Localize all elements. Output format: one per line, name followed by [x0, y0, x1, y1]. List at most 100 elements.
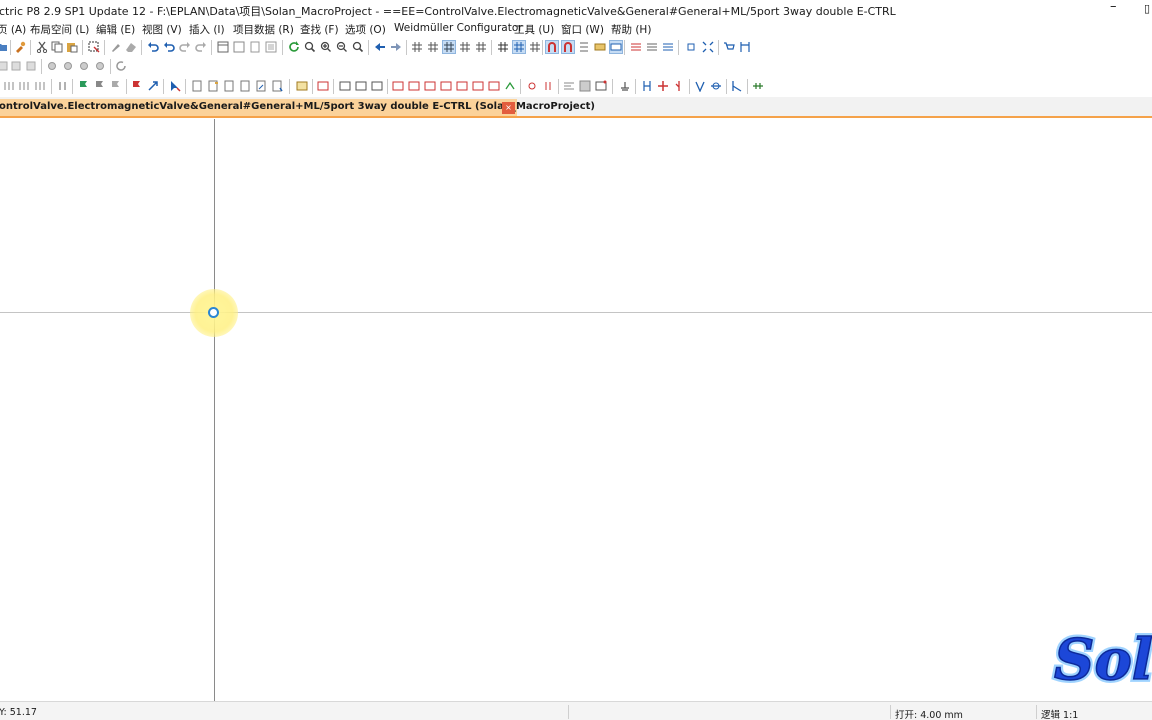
gear-b-icon[interactable] [62, 60, 74, 72]
terminal-f-icon[interactable] [472, 80, 484, 92]
frame-icon[interactable] [609, 40, 623, 54]
cut-icon[interactable] [36, 41, 48, 53]
terminal-c-icon[interactable] [424, 80, 436, 92]
cart-icon[interactable] [723, 41, 735, 53]
layer-b-icon[interactable] [10, 60, 22, 72]
page-d-icon[interactable] [239, 80, 251, 92]
hatch-icon[interactable] [579, 80, 591, 92]
tab-macro-page[interactable]: ontrolValve.ElectromagneticValve&General… [0, 99, 595, 116]
copy-icon[interactable] [51, 41, 63, 53]
status-logic-scale[interactable]: 逻辑 1:1 [1041, 707, 1078, 720]
plug-a-icon[interactable] [526, 80, 538, 92]
page-view-icon[interactable] [217, 41, 229, 53]
terminal-h-icon[interactable] [504, 80, 516, 92]
menu-edit[interactable]: 编辑 (E) [96, 22, 135, 37]
list-b-icon[interactable] [646, 41, 658, 53]
redo-list-icon[interactable] [195, 41, 207, 53]
grid-a-icon[interactable] [411, 41, 423, 53]
angle-b-icon[interactable] [710, 80, 722, 92]
status-snap-grid[interactable]: 打开: 4.00 mm [895, 707, 963, 720]
device-d-icon[interactable] [355, 80, 367, 92]
redo-icon[interactable] [179, 41, 191, 53]
device-a-icon[interactable] [296, 80, 308, 92]
paste-icon[interactable] [66, 41, 78, 53]
eraser-icon[interactable] [125, 41, 137, 53]
select-area-icon[interactable] [88, 41, 100, 53]
zoom-out-icon[interactable] [336, 41, 348, 53]
page-b-icon[interactable] [207, 80, 219, 92]
tab-close-button[interactable]: × [502, 102, 515, 114]
device-c-icon[interactable] [339, 80, 351, 92]
terminal-b-icon[interactable] [408, 80, 420, 92]
minimize-button[interactable]: – [1110, 0, 1117, 14]
branch-icon[interactable] [731, 80, 743, 92]
grid-c-icon[interactable] [442, 40, 456, 54]
symbol-b-icon[interactable] [18, 80, 30, 92]
page-c-icon[interactable] [223, 80, 235, 92]
menu-insert[interactable]: 插入 (I) [189, 22, 225, 37]
flag-b-icon[interactable] [94, 80, 106, 92]
refresh-icon[interactable] [288, 41, 300, 53]
terminal-e-icon[interactable] [456, 80, 468, 92]
grid-e-icon[interactable] [475, 41, 487, 53]
menu-page[interactable]: 页 (A) [0, 22, 26, 37]
measure-icon[interactable] [739, 41, 751, 53]
menu-view[interactable]: 视图 (V) [142, 22, 182, 37]
page-list-icon[interactable] [265, 41, 277, 53]
arrow-forward-icon[interactable] [390, 41, 402, 53]
line-style-icon[interactable] [578, 41, 590, 53]
open-icon[interactable] [0, 41, 8, 53]
ground-icon[interactable] [619, 80, 631, 92]
menu-project-data[interactable]: 项目数据 (R) [233, 22, 294, 37]
flag-c-icon[interactable] [110, 80, 122, 92]
marker-b-icon[interactable] [147, 80, 159, 92]
list-a-icon[interactable] [630, 41, 642, 53]
page-a-icon[interactable] [191, 80, 203, 92]
page-layout-icon[interactable] [233, 41, 245, 53]
connector-c-icon[interactable] [673, 80, 685, 92]
zoom-window-icon[interactable] [304, 41, 316, 53]
snap-grid-icon[interactable] [512, 40, 526, 54]
menu-weidmuller-configurator[interactable]: Weidmüller Configurator [394, 22, 523, 34]
page-new-icon[interactable] [249, 41, 261, 53]
terminal-g-icon[interactable] [488, 80, 500, 92]
list-c-icon[interactable] [662, 41, 674, 53]
device-b-icon[interactable] [317, 80, 329, 92]
menu-layout-space[interactable]: 布局空间 (L) [30, 22, 89, 37]
page-e-icon[interactable] [255, 80, 267, 92]
layer-c-icon[interactable] [25, 60, 37, 72]
layer-a-icon[interactable] [0, 60, 9, 72]
align-a-icon[interactable] [563, 80, 575, 92]
label-icon[interactable] [594, 41, 606, 53]
frame-b-icon[interactable] [595, 80, 607, 92]
symbol-d-icon[interactable] [57, 80, 69, 92]
connector-b-icon[interactable] [657, 80, 669, 92]
arrow-back-icon[interactable] [374, 41, 386, 53]
maximize-button[interactable]: ▯ [1144, 2, 1150, 15]
terminal-d-icon[interactable] [440, 80, 452, 92]
magnet-alt-icon[interactable] [561, 40, 575, 54]
fit-icon[interactable] [702, 41, 714, 53]
flag-a-icon[interactable] [78, 80, 90, 92]
undo-icon[interactable] [147, 41, 159, 53]
symbol-a-icon[interactable] [3, 80, 15, 92]
pointer-icon[interactable] [169, 80, 181, 92]
connector-a-icon[interactable] [641, 80, 653, 92]
angle-a-icon[interactable] [694, 80, 706, 92]
marker-a-icon[interactable] [131, 80, 143, 92]
point-icon[interactable] [685, 41, 697, 53]
gear-c-icon[interactable] [78, 60, 90, 72]
magnet-icon[interactable] [545, 40, 559, 54]
reload-icon[interactable] [115, 60, 127, 72]
gear-d-icon[interactable] [94, 60, 106, 72]
drawing-canvas[interactable]: Sol Sol [0, 119, 1152, 701]
menu-help[interactable]: 帮助 (H) [611, 22, 651, 37]
zoom-in-icon[interactable] [320, 41, 332, 53]
menu-tools[interactable]: 工具 (U) [514, 22, 554, 37]
menu-window[interactable]: 窗口 (W) [561, 22, 604, 37]
brush-icon[interactable] [110, 41, 122, 53]
plug-b-icon[interactable] [542, 80, 554, 92]
snap-object-icon[interactable] [529, 41, 541, 53]
menu-find[interactable]: 查找 (F) [300, 22, 339, 37]
menu-options[interactable]: 选项 (O) [345, 22, 386, 37]
